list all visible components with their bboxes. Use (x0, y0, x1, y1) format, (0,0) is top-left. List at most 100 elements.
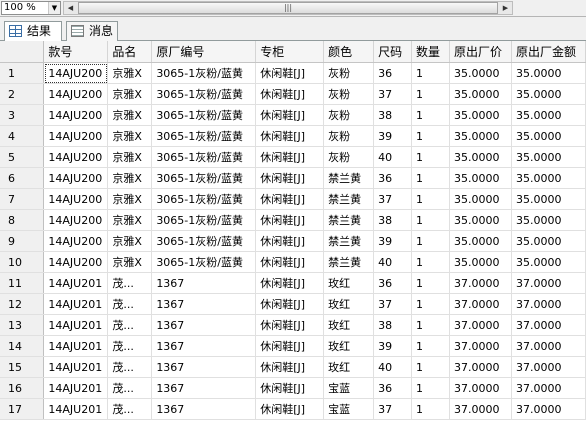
table-cell[interactable]: 休闲鞋[J] (255, 125, 325, 147)
table-cell[interactable]: 1 (411, 167, 450, 189)
table-cell[interactable]: 40 (373, 356, 413, 378)
table-cell[interactable]: 14AJU201 (43, 314, 109, 336)
table-cell[interactable]: 京雅X (107, 146, 153, 168)
table-cell[interactable]: 1 (411, 230, 450, 252)
table-cell[interactable]: 休闲鞋[J] (255, 230, 325, 252)
row-number[interactable]: 3 (0, 104, 45, 126)
table-cell[interactable]: 1 (411, 335, 450, 357)
table-cell[interactable]: 14AJU201 (43, 272, 109, 294)
table-cell[interactable]: 37 (373, 293, 413, 315)
table-cell[interactable]: 茂... (107, 293, 153, 315)
table-cell[interactable]: 1367 (151, 314, 257, 336)
row-number[interactable]: 8 (0, 209, 45, 231)
table-cell[interactable]: 1 (411, 62, 450, 84)
table-cell[interactable]: 14AJU201 (43, 335, 109, 357)
table-cell[interactable]: 3065-1灰粉/蓝黄 (151, 230, 257, 252)
table-cell[interactable]: 休闲鞋[J] (255, 293, 325, 315)
table-cell[interactable]: 39 (373, 125, 413, 147)
table-cell[interactable]: 35.0000 (511, 83, 586, 105)
row-number[interactable]: 16 (0, 377, 45, 399)
row-number[interactable]: 15 (0, 356, 45, 378)
table-row[interactable]: 3 14AJU200 京雅X 3065-1灰粉/蓝黄 休闲鞋[J] 灰粉 38 1 35.000… (0, 104, 586, 126)
table-cell[interactable]: 35.0000 (449, 146, 512, 168)
zoom-select[interactable]: 100 % ▼ (1, 1, 61, 15)
table-cell[interactable]: 35.0000 (511, 209, 586, 231)
table-cell[interactable]: 38 (373, 104, 413, 126)
column-header[interactable]: 原厂编号 (151, 41, 257, 63)
table-row[interactable]: 2 14AJU200 京雅X 3065-1灰粉/蓝黄 休闲鞋[J] 灰粉 37 1 35.000… (0, 83, 586, 105)
table-cell[interactable]: 灰粉 (323, 146, 375, 168)
table-cell[interactable]: 36 (373, 62, 413, 84)
row-number[interactable]: 14 (0, 335, 45, 357)
table-cell[interactable]: 37.0000 (511, 314, 586, 336)
table-row[interactable]: 9 14AJU200 京雅X 3065-1灰粉/蓝黄 休闲鞋[J] 禁兰黄 39 1 35.00… (0, 230, 586, 252)
table-cell[interactable]: 玫红 (323, 356, 375, 378)
row-number[interactable]: 17 (0, 398, 45, 420)
table-cell[interactable]: 37.0000 (511, 272, 586, 294)
row-number[interactable]: 9 (0, 230, 45, 252)
table-cell[interactable]: 40 (373, 251, 413, 273)
table-cell[interactable]: 37.0000 (511, 335, 586, 357)
table-cell[interactable]: 休闲鞋[J] (255, 209, 325, 231)
table-cell[interactable]: 35.0000 (449, 62, 512, 84)
table-cell[interactable]: 京雅X (107, 209, 153, 231)
table-cell[interactable]: 1 (411, 377, 450, 399)
table-cell[interactable]: 35.0000 (511, 230, 586, 252)
table-cell[interactable]: 玫红 (323, 293, 375, 315)
horizontal-scrollbar[interactable]: ◀ ||| ▶ (63, 1, 513, 15)
table-cell[interactable]: 35.0000 (449, 251, 512, 273)
table-cell[interactable]: 14AJU200 (43, 125, 109, 147)
table-cell[interactable]: 39 (373, 335, 413, 357)
table-cell[interactable]: 1 (411, 293, 450, 315)
table-cell[interactable]: 38 (373, 209, 413, 231)
table-cell[interactable]: 3065-1灰粉/蓝黄 (151, 104, 257, 126)
table-row[interactable]: 12 14AJU201 茂... 1367 休闲鞋[J] 玫红 37 1 37.0000 37.0… (0, 293, 586, 315)
row-number[interactable]: 5 (0, 146, 45, 168)
table-cell[interactable]: 35.0000 (511, 188, 586, 210)
tab-results[interactable]: 结果 (4, 21, 62, 42)
column-header[interactable]: 尺码 (373, 41, 413, 63)
table-cell[interactable]: 3065-1灰粉/蓝黄 (151, 62, 257, 84)
table-cell[interactable]: 1 (411, 272, 450, 294)
table-cell[interactable]: 14AJU200 (43, 209, 109, 231)
table-cell[interactable]: 37.0000 (449, 377, 512, 399)
chevron-down-icon[interactable]: ▼ (48, 2, 60, 14)
table-cell[interactable]: 37.0000 (511, 398, 586, 420)
table-cell[interactable]: 京雅X (107, 104, 153, 126)
table-cell[interactable]: 37.0000 (449, 335, 512, 357)
table-cell[interactable]: 京雅X (107, 125, 153, 147)
table-cell[interactable]: 1 (411, 188, 450, 210)
table-cell[interactable]: 14AJU200 (43, 83, 109, 105)
table-cell[interactable]: 1 (411, 251, 450, 273)
scroll-right-icon[interactable]: ▶ (499, 2, 512, 14)
table-cell[interactable]: 京雅X (107, 167, 153, 189)
table-cell[interactable]: 1367 (151, 377, 257, 399)
row-number[interactable]: 1 (0, 62, 45, 84)
column-header[interactable]: 原出厂金额 (511, 41, 586, 63)
table-cell[interactable]: 宝蓝 (323, 377, 375, 399)
table-cell[interactable]: 灰粉 (323, 83, 375, 105)
table-cell[interactable]: 1367 (151, 272, 257, 294)
table-cell[interactable]: 14AJU200 (43, 167, 109, 189)
table-cell[interactable]: 1 (411, 314, 450, 336)
row-number-header[interactable] (0, 41, 45, 63)
table-cell[interactable]: 37.0000 (511, 356, 586, 378)
table-cell[interactable]: 禁兰黄 (323, 230, 375, 252)
table-cell[interactable]: 1367 (151, 335, 257, 357)
table-cell[interactable]: 3065-1灰粉/蓝黄 (151, 146, 257, 168)
table-cell[interactable]: 1 (411, 209, 450, 231)
scroll-left-icon[interactable]: ◀ (64, 2, 77, 14)
table-cell[interactable]: 休闲鞋[J] (255, 167, 325, 189)
table-cell[interactable]: 40 (373, 146, 413, 168)
table-cell[interactable]: 休闲鞋[J] (255, 62, 325, 84)
table-cell[interactable]: 京雅X (107, 62, 153, 84)
table-cell[interactable]: 1367 (151, 398, 257, 420)
table-cell[interactable]: 3065-1灰粉/蓝黄 (151, 188, 257, 210)
table-cell[interactable]: 35.0000 (449, 167, 512, 189)
table-cell[interactable]: 35.0000 (511, 146, 586, 168)
table-cell[interactable]: 休闲鞋[J] (255, 356, 325, 378)
row-number[interactable]: 4 (0, 125, 45, 147)
row-number[interactable]: 13 (0, 314, 45, 336)
table-cell[interactable]: 京雅X (107, 251, 153, 273)
table-row[interactable]: 16 14AJU201 茂... 1367 休闲鞋[J] 宝蓝 36 1 37.0000 37.0… (0, 377, 586, 399)
